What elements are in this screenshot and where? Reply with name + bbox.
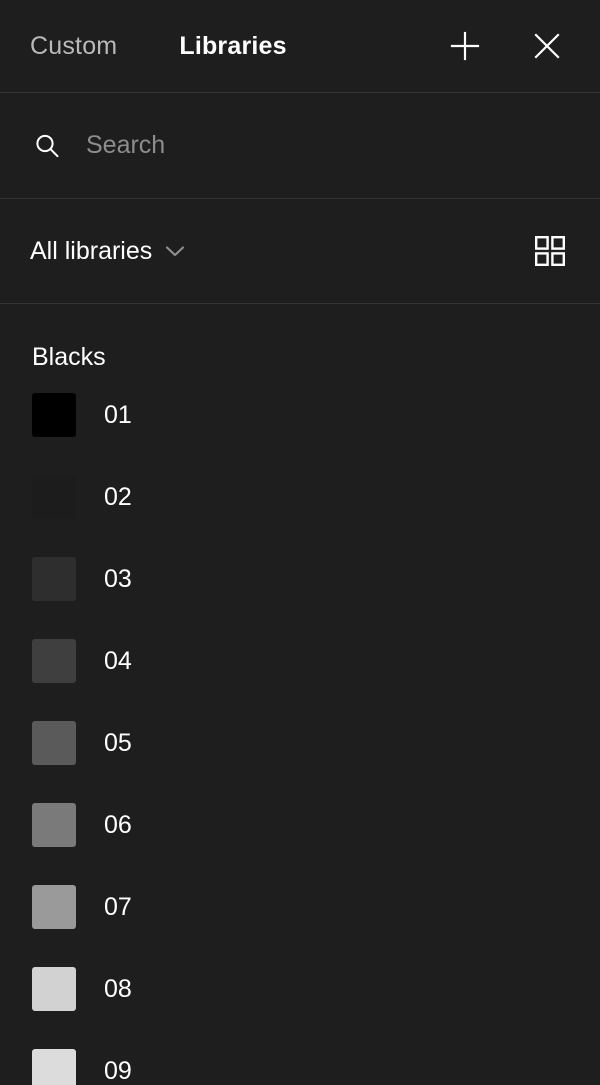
swatch-row[interactable]: 07 — [0, 866, 600, 948]
swatch-group-title: Blacks — [32, 343, 106, 371]
panel-header: Custom Libraries — [0, 0, 600, 93]
swatch-color-chip[interactable] — [32, 967, 76, 1011]
swatch-color-chip[interactable] — [32, 803, 76, 847]
library-filter-row: All libraries — [0, 199, 600, 304]
swatch-label: 07 — [104, 892, 132, 921]
swatch-row[interactable]: 05 — [0, 702, 600, 784]
swatch-row[interactable]: 01 — [0, 374, 600, 456]
swatch-label: 01 — [104, 400, 132, 429]
swatch-label: 05 — [104, 728, 132, 757]
grid-view-toggle[interactable] — [528, 229, 572, 273]
swatch-row[interactable]: 06 — [0, 784, 600, 866]
swatch-color-chip[interactable] — [32, 721, 76, 765]
swatch-row[interactable]: 02 — [0, 456, 600, 538]
swatch-label: 08 — [104, 974, 132, 1003]
tab-libraries[interactable]: Libraries — [179, 32, 286, 61]
swatch-color-chip[interactable] — [32, 475, 76, 519]
swatch-row[interactable]: 09 — [0, 1030, 600, 1085]
library-filter-dropdown[interactable]: All libraries — [30, 237, 186, 266]
search-input[interactable] — [86, 131, 570, 160]
library-filter-label: All libraries — [30, 236, 153, 265]
swatch-color-chip[interactable] — [32, 1049, 76, 1085]
swatch-color-chip[interactable] — [32, 393, 76, 437]
swatch-list[interactable]: Blacks 01 02 03 04 05 06 07 08 09 — [0, 304, 600, 1085]
color-libraries-panel: Custom Libraries Search All libraries Bl… — [0, 0, 600, 1085]
swatch-rows: 01 02 03 04 05 06 07 08 09 — [0, 374, 600, 1085]
swatch-label: 09 — [104, 1056, 132, 1085]
swatch-row[interactable]: 03 — [0, 538, 600, 620]
swatch-color-chip[interactable] — [32, 885, 76, 929]
search-bar — [0, 93, 600, 199]
swatch-label: 04 — [104, 646, 132, 675]
chevron-down-icon — [164, 244, 186, 258]
swatch-color-chip[interactable] — [32, 639, 76, 683]
swatch-label: 02 — [104, 482, 132, 511]
swatch-row[interactable]: 08 — [0, 948, 600, 1030]
swatch-label: 03 — [104, 564, 132, 593]
tab-custom[interactable]: Custom — [30, 32, 117, 61]
add-library-button[interactable] — [438, 19, 492, 73]
swatch-color-chip[interactable] — [32, 557, 76, 601]
header-actions — [438, 0, 574, 92]
swatch-row[interactable]: 04 — [0, 620, 600, 702]
search-icon — [30, 129, 64, 163]
swatch-label: 06 — [104, 810, 132, 839]
close-panel-button[interactable] — [520, 19, 574, 73]
